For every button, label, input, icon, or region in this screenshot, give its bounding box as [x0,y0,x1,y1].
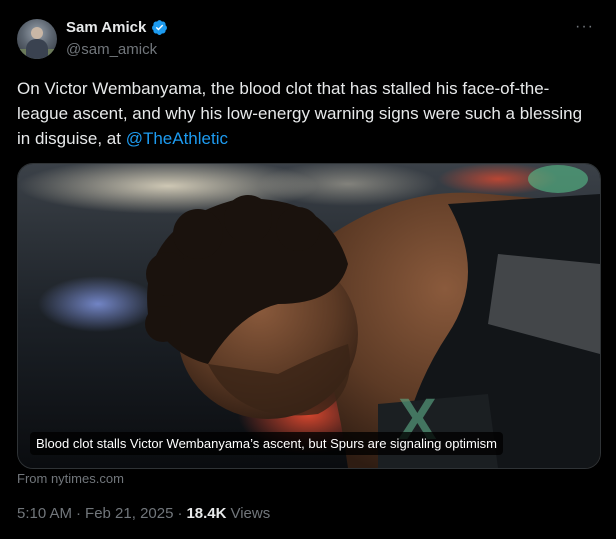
verified-badge-icon[interactable] [151,19,168,36]
author-name-row: Sam Amick [66,19,168,36]
card-source[interactable]: From nytimes.com [17,471,124,486]
meta-separator-2: · [177,505,183,522]
tweet-text: On Victor Wembanyama, the blood clot tha… [17,76,599,151]
mention-link[interactable]: @TheAthletic [126,129,228,148]
card-photo: X [18,164,600,468]
tweet-time[interactable]: 5:10 AM [17,505,72,522]
avatar-head [31,27,43,39]
link-card[interactable]: X Blood clot stalls Victor Wembanyama’s … [17,163,601,469]
tweet-body: On Victor Wembanyama, the blood clot tha… [17,79,583,148]
tweet-date[interactable]: Feb 21, 2025 [85,505,173,522]
views-label: Views [230,505,271,522]
avatar-body [26,39,48,59]
more-options-icon[interactable]: ··· [575,19,594,35]
meta-separator: · [76,505,82,522]
views-count: 18.4K [186,505,227,522]
author-handle[interactable]: @sam_amick [66,41,157,58]
card-caption[interactable]: Blood clot stalls Victor Wembanyama’s as… [30,432,503,455]
tweet-meta: 5:10 AM · Feb 21, 2025 · 18.4K Views [17,505,270,522]
display-name[interactable]: Sam Amick [66,19,146,36]
avatar[interactable] [17,19,57,59]
